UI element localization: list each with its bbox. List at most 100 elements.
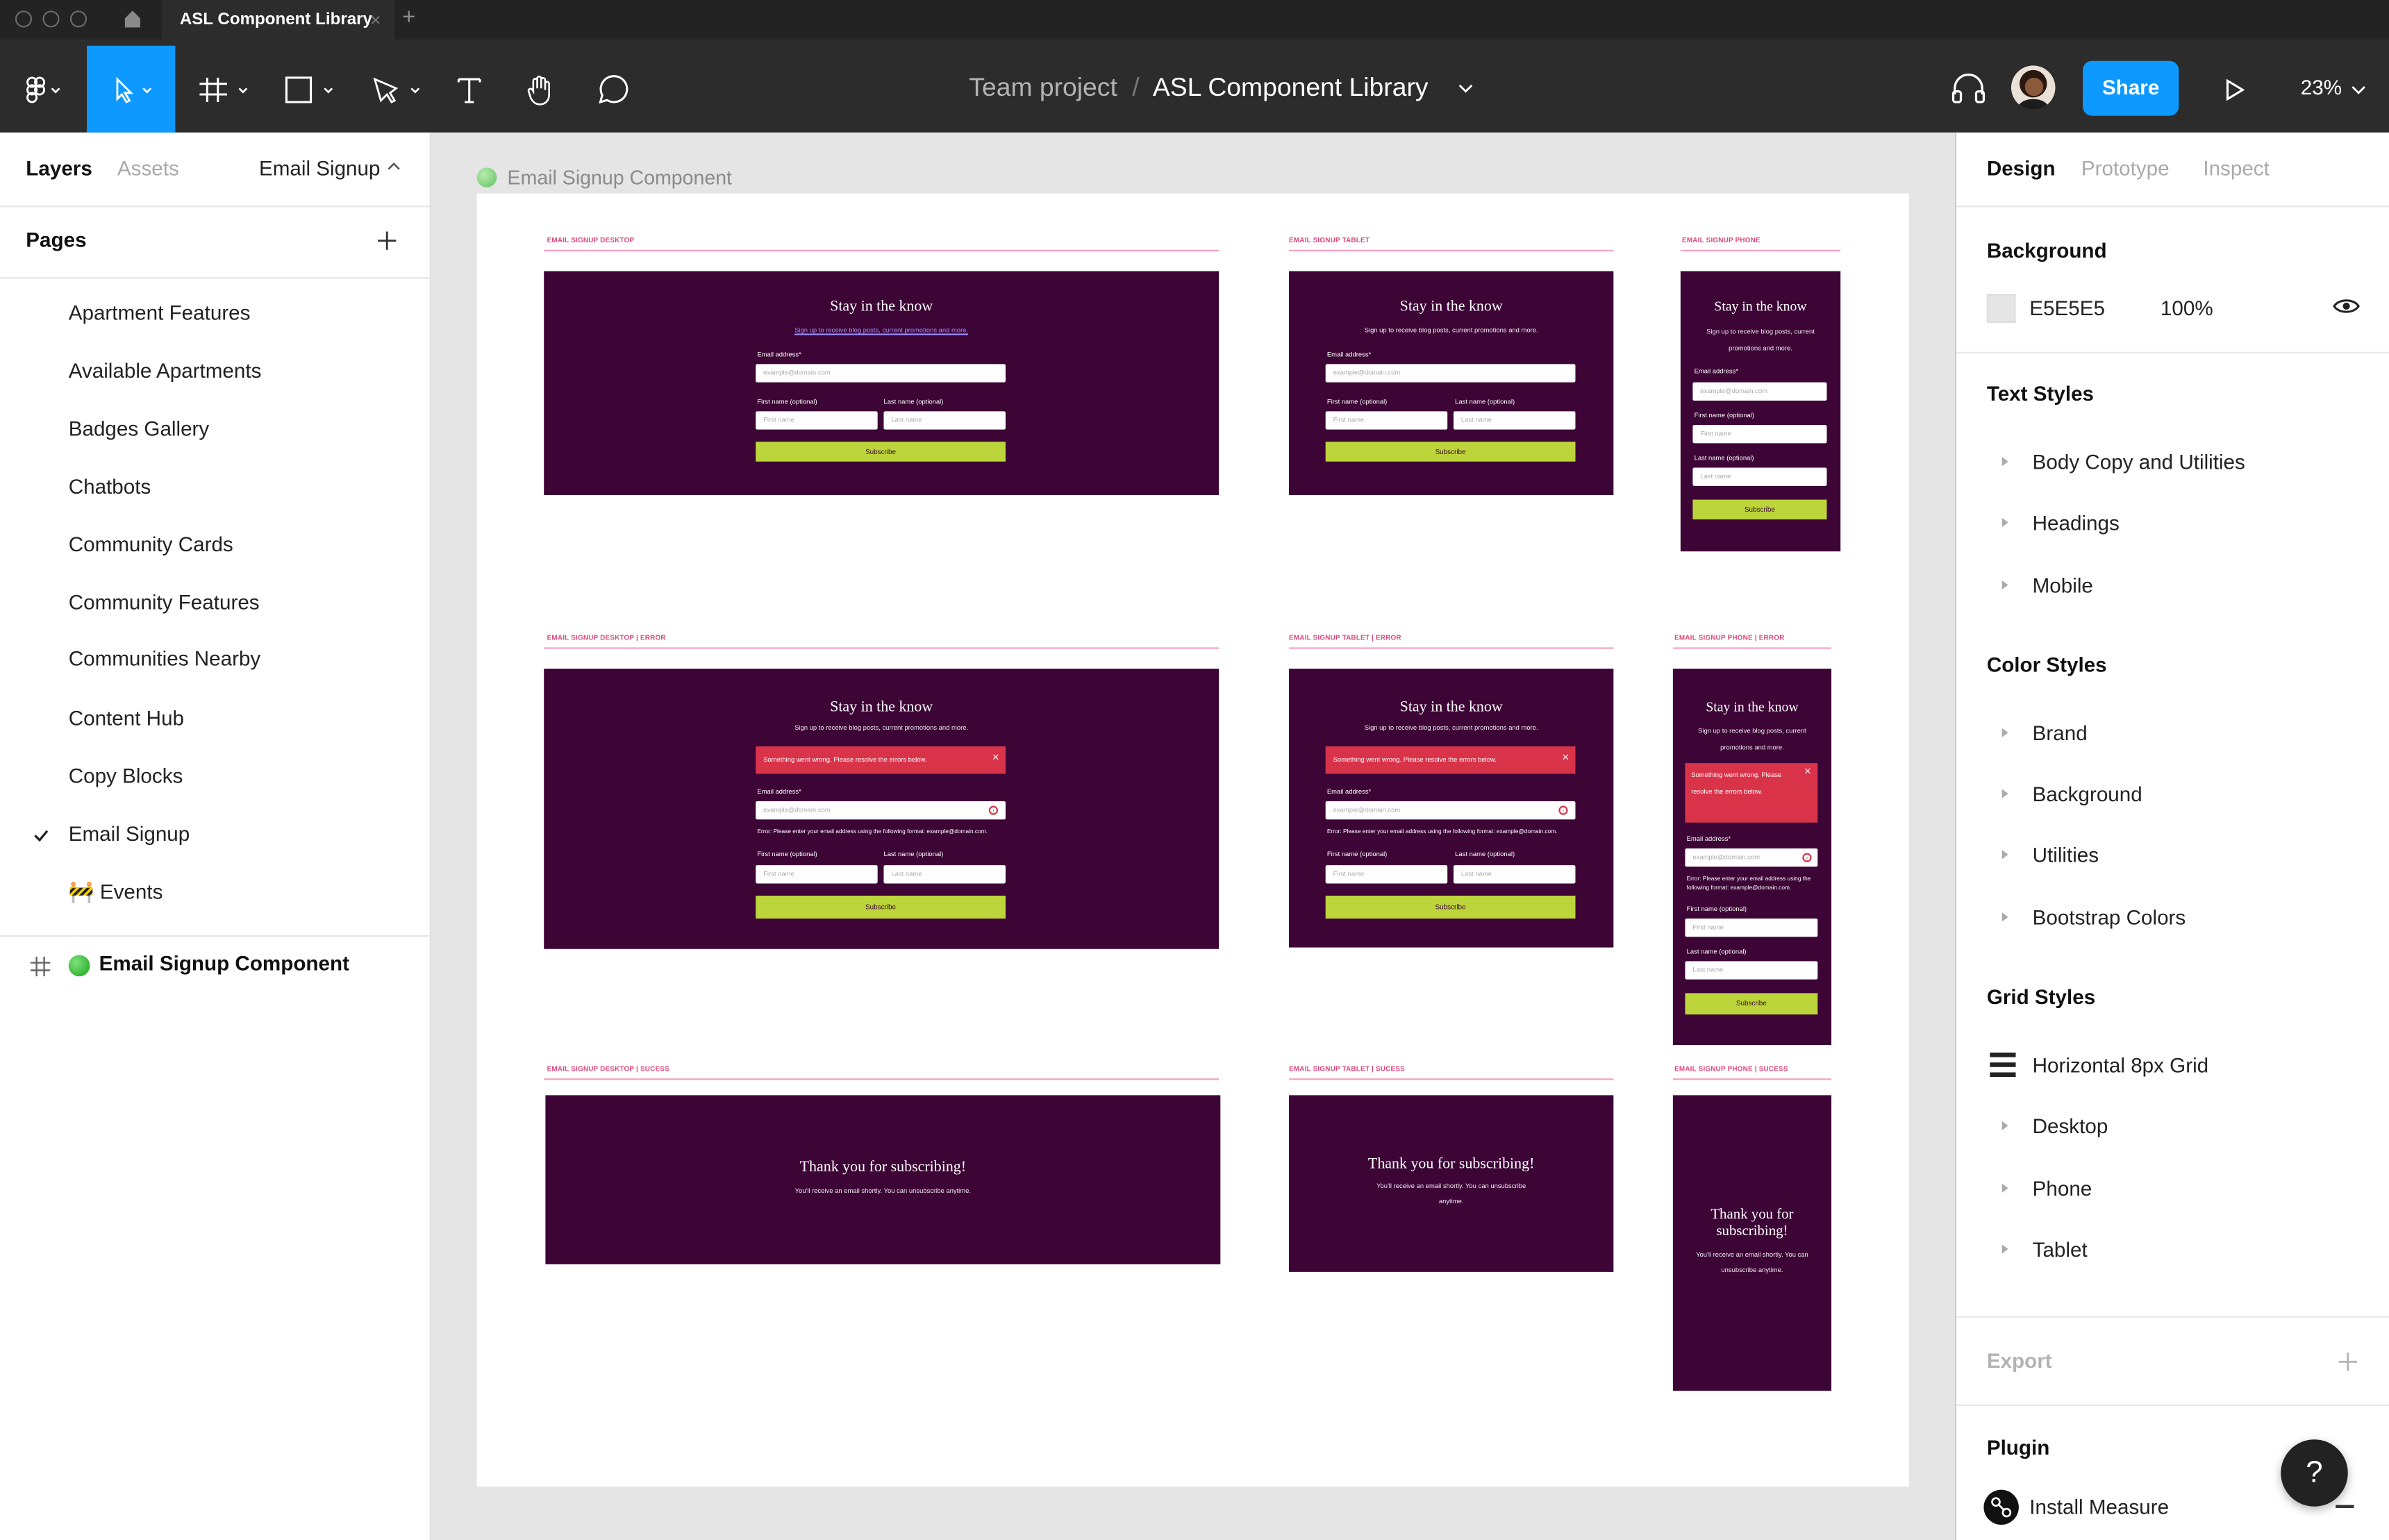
text-style-body-copy[interactable]: Body Copy and Utilities bbox=[2033, 451, 2245, 474]
first-name-input[interactable]: First name bbox=[756, 865, 878, 884]
first-name-input[interactable]: First name bbox=[1685, 918, 1818, 937]
text-style-headings[interactable]: Headings bbox=[2033, 512, 2120, 535]
page-item-community-cards[interactable]: Community Cards bbox=[69, 530, 233, 560]
zoom-window-icon[interactable] bbox=[69, 10, 88, 28]
home-icon[interactable] bbox=[122, 8, 144, 29]
tab-inspect[interactable]: Inspect bbox=[2203, 157, 2270, 180]
last-name-input[interactable]: Last name bbox=[883, 411, 1006, 430]
main-menu-button[interactable] bbox=[13, 46, 74, 133]
expand-caret-icon[interactable] bbox=[2001, 912, 2008, 922]
zoom-level[interactable]: 23% bbox=[2301, 76, 2342, 99]
tab-design[interactable]: Design bbox=[1987, 157, 2056, 180]
page-item-chatbots[interactable]: Chatbots bbox=[69, 472, 151, 503]
file-tab[interactable]: ASL Component Library × bbox=[161, 0, 395, 40]
comment-tool-button[interactable] bbox=[594, 46, 634, 133]
close-icon[interactable]: × bbox=[1562, 753, 1570, 763]
email-input[interactable]: example@domain.com bbox=[1325, 364, 1576, 383]
minimize-window-icon[interactable] bbox=[42, 10, 60, 28]
page-item-apartment-features[interactable]: Apartment Features bbox=[69, 299, 251, 329]
page-item-available-apartments[interactable]: Available Apartments bbox=[69, 356, 262, 387]
email-input[interactable]: example@domain.com bbox=[1692, 382, 1827, 401]
expand-caret-icon[interactable] bbox=[2001, 580, 2008, 590]
color-style-utilities[interactable]: Utilities bbox=[2033, 844, 2099, 867]
expand-caret-icon[interactable] bbox=[2001, 850, 2008, 860]
subscribe-button[interactable]: Subscribe bbox=[1685, 993, 1818, 1015]
add-export-icon[interactable] bbox=[2337, 1351, 2358, 1373]
last-name-input[interactable]: Last name bbox=[1685, 961, 1818, 980]
subscribe-button[interactable]: Subscribe bbox=[756, 442, 1006, 462]
last-name-input[interactable]: Last name bbox=[1453, 411, 1576, 430]
grid-style-desktop[interactable]: Desktop bbox=[2033, 1115, 2108, 1138]
expand-caret-icon[interactable] bbox=[2001, 457, 2008, 467]
email-input[interactable]: example@domain.com bbox=[1685, 848, 1818, 867]
page-item-community-features[interactable]: Community Features bbox=[69, 588, 260, 619]
file-menu-chevron-icon[interactable] bbox=[1458, 82, 1474, 94]
new-tab-icon[interactable]: + bbox=[402, 5, 415, 31]
add-page-icon[interactable] bbox=[376, 230, 398, 251]
expand-caret-icon[interactable] bbox=[2001, 728, 2008, 737]
remove-plugin-icon[interactable] bbox=[2336, 1505, 2354, 1507]
plugin-install-measure[interactable]: Install Measure bbox=[2029, 1496, 2169, 1518]
page-item-content-hub[interactable]: Content Hub bbox=[69, 704, 184, 735]
grid-style-phone[interactable]: Phone bbox=[2033, 1178, 2092, 1200]
eye-visibility-icon[interactable] bbox=[2333, 297, 2360, 315]
tab-layers[interactable]: Layers bbox=[26, 157, 92, 180]
close-window-icon[interactable] bbox=[15, 10, 33, 28]
expand-caret-icon[interactable] bbox=[2001, 789, 2008, 798]
tab-prototype[interactable]: Prototype bbox=[2081, 157, 2170, 180]
background-color-swatch[interactable] bbox=[1986, 294, 2016, 324]
page-item-copy-blocks[interactable]: Copy Blocks bbox=[69, 762, 183, 792]
page-item-badges-gallery[interactable]: Badges Gallery bbox=[69, 415, 210, 445]
expand-caret-icon[interactable] bbox=[2001, 1244, 2008, 1254]
close-icon[interactable]: × bbox=[1804, 767, 1812, 777]
shape-tool-button[interactable] bbox=[281, 46, 342, 133]
background-opacity-input[interactable]: 100% bbox=[2161, 297, 2213, 320]
subscribe-button[interactable]: Subscribe bbox=[1325, 895, 1576, 919]
current-page-selector[interactable]: Email Signup bbox=[259, 157, 381, 180]
close-icon[interactable]: × bbox=[992, 753, 999, 763]
file-name[interactable]: ASL Component Library bbox=[1153, 73, 1429, 102]
hand-tool-button[interactable] bbox=[521, 46, 560, 133]
help-button[interactable]: ? bbox=[2281, 1439, 2348, 1507]
first-name-input[interactable]: First name bbox=[756, 411, 878, 430]
last-name-input[interactable]: Last name bbox=[883, 865, 1006, 884]
page-item-events[interactable]: 🚧 Events bbox=[69, 878, 163, 908]
move-tool-button[interactable] bbox=[87, 45, 176, 133]
text-style-mobile[interactable]: Mobile bbox=[2033, 574, 2093, 597]
project-name[interactable]: Team project bbox=[969, 73, 1117, 102]
background-hex-input[interactable]: E5E5E5 bbox=[2029, 297, 2105, 320]
close-tab-icon[interactable]: × bbox=[370, 0, 381, 40]
expand-caret-icon[interactable] bbox=[2001, 517, 2008, 528]
subscribe-button[interactable]: Subscribe bbox=[1692, 499, 1827, 520]
subscribe-button[interactable]: Subscribe bbox=[756, 895, 1006, 919]
email-input[interactable]: example@domain.com bbox=[756, 364, 1006, 383]
text-tool-button[interactable] bbox=[451, 46, 488, 133]
chevron-up-icon[interactable] bbox=[387, 162, 401, 172]
pen-tool-button[interactable] bbox=[367, 46, 428, 133]
first-name-input[interactable]: First name bbox=[1325, 411, 1448, 430]
email-input[interactable]: example@domain.com bbox=[1325, 801, 1576, 820]
tab-assets[interactable]: Assets bbox=[117, 157, 179, 180]
first-name-input[interactable]: First name bbox=[1692, 425, 1827, 444]
subscribe-button[interactable]: Subscribe bbox=[1325, 442, 1576, 462]
expand-caret-icon[interactable] bbox=[2001, 1121, 2008, 1130]
page-item-communities-nearby[interactable]: Communities Nearby bbox=[69, 644, 261, 675]
color-style-brand[interactable]: Brand bbox=[2033, 722, 2088, 745]
email-input[interactable]: example@domain.com bbox=[756, 801, 1006, 820]
grid-style-horizontal-8px[interactable]: Horizontal 8px Grid bbox=[2033, 1054, 2209, 1077]
card-subtitle[interactable]: Sign up to receive blog posts, current p… bbox=[544, 323, 1219, 338]
color-style-background[interactable]: Background bbox=[2033, 783, 2142, 806]
present-play-icon[interactable] bbox=[2224, 78, 2246, 102]
frame-tool-button[interactable] bbox=[195, 46, 256, 133]
zoom-chevron-icon[interactable] bbox=[2351, 84, 2366, 97]
color-style-bootstrap[interactable]: Bootstrap Colors bbox=[2033, 906, 2186, 929]
expand-caret-icon[interactable] bbox=[2001, 1183, 2008, 1193]
last-name-input[interactable]: Last name bbox=[1692, 467, 1827, 486]
audio-headphones-icon[interactable] bbox=[1950, 72, 1987, 105]
layer-email-signup-component[interactable]: Email Signup Component bbox=[99, 952, 349, 975]
last-name-input[interactable]: Last name bbox=[1453, 865, 1576, 884]
grid-style-tablet[interactable]: Tablet bbox=[2033, 1239, 2088, 1262]
page-item-email-signup[interactable]: Email Signup bbox=[69, 819, 190, 850]
share-button[interactable]: Share bbox=[2083, 60, 2179, 116]
frame-label[interactable]: Email Signup Component bbox=[508, 166, 732, 189]
